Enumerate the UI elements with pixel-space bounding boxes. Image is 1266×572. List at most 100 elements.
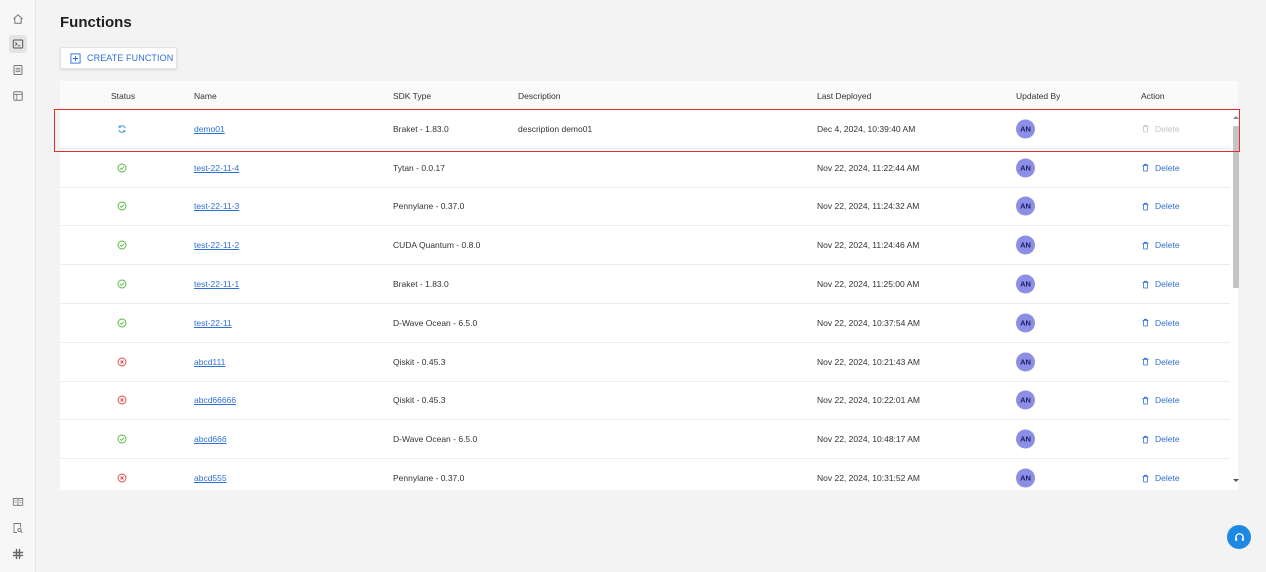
table-row: test-22-11-3 Pennylane - 0.37.0 Nov 22, 20… [60, 188, 1230, 227]
action-cell: Delete [1141, 163, 1180, 173]
delete-button[interactable]: Delete [1141, 318, 1180, 328]
action-cell: Delete [1141, 201, 1180, 211]
delete-button[interactable]: Delete [1141, 240, 1180, 250]
updated-by-cell: AN [1016, 390, 1035, 410]
help-headset-button[interactable] [1227, 525, 1251, 549]
function-name-link[interactable]: abcd66666 [194, 395, 236, 405]
function-name-link[interactable]: abcd555 [194, 473, 227, 483]
sdk-type-cell: Qiskit - 0.45.3 [393, 395, 446, 406]
column-header-name[interactable]: Name [194, 91, 217, 101]
delete-label: Delete [1155, 395, 1180, 406]
panel-icon[interactable] [9, 87, 27, 105]
table-header: Status Name SDK Type Description Last De… [60, 81, 1238, 110]
avatar[interactable]: AN [1016, 390, 1035, 410]
delete-label: Delete [1155, 356, 1180, 367]
sdk-type-cell: Qiskit - 0.45.3 [393, 356, 446, 367]
scroll-up-arrow-icon[interactable] [1233, 116, 1239, 119]
avatar[interactable]: AN [1016, 352, 1035, 372]
sdk-type-cell: Braket - 1.83.0 [393, 123, 449, 134]
delete-button[interactable]: Delete [1141, 434, 1180, 444]
delete-button: Delete [1141, 124, 1180, 134]
function-name-link[interactable]: test-22-11-3 [194, 201, 239, 211]
trash-icon [1142, 202, 1149, 211]
table-row: test-22-11-4 Tytan - 0.0.17 Nov 22, 2024, … [60, 149, 1230, 188]
updated-by-cell: AN [1016, 313, 1035, 333]
column-header-status[interactable]: Status [111, 91, 135, 101]
page-title: Functions [60, 14, 132, 31]
action-cell: Delete [1141, 357, 1180, 367]
delete-button[interactable]: Delete [1141, 473, 1180, 483]
search-doc-icon[interactable] [9, 519, 27, 537]
action-cell: Delete [1141, 124, 1180, 134]
plus-square-icon [70, 52, 81, 64]
list-icon[interactable] [9, 61, 27, 79]
last-deployed-cell: Nov 22, 2024, 10:22:01 AM [817, 395, 921, 406]
avatar[interactable]: AN [1016, 429, 1035, 449]
column-header-description[interactable]: Description [518, 91, 561, 101]
updated-by-cell: AN [1016, 429, 1035, 449]
column-header-last-deployed[interactable]: Last Deployed [817, 91, 871, 101]
function-name-link[interactable]: abcd666 [194, 434, 227, 444]
delete-button[interactable]: Delete [1141, 357, 1180, 367]
table-row: abcd666 D-Wave Ocean - 6.5.0 Nov 22, 2024,… [60, 420, 1230, 460]
function-name-link[interactable]: abcd111 [194, 357, 225, 367]
book-icon[interactable] [9, 493, 27, 511]
table-row: test-22-11-2 CUDA Quantum - 0.8.0 Nov 22, … [60, 226, 1230, 266]
delete-button[interactable]: Delete [1141, 201, 1180, 211]
headset-icon [1234, 532, 1244, 541]
avatar[interactable]: AN [1016, 468, 1035, 488]
column-header-sdk-type[interactable]: SDK Type [393, 91, 431, 101]
status-success-icon [117, 434, 127, 444]
function-name-link[interactable]: test-22-11 [194, 318, 232, 328]
action-cell: Delete [1141, 434, 1180, 444]
status-success-icon [117, 279, 127, 289]
delete-label: Delete [1155, 279, 1180, 290]
table-scrollbar[interactable] [1232, 110, 1240, 488]
create-function-button[interactable]: CREATE FUNCTION [60, 47, 177, 69]
trash-icon [1142, 319, 1149, 327]
updated-by-cell: AN [1016, 352, 1035, 372]
status-success-icon [117, 163, 127, 173]
column-header-updated-by[interactable]: Updated By [1016, 91, 1060, 101]
table-row: demo01 Braket - 1.83.0 description demo01 D… [60, 110, 1230, 149]
main-content: Functions CREATE FUNCTION Status Name SD… [36, 0, 1266, 572]
delete-label: Delete [1155, 201, 1180, 212]
table-row: abcd66666 Qiskit - 0.45.3 Nov 22, 2024, 10… [60, 382, 1230, 421]
scroll-thumb[interactable] [1233, 126, 1239, 288]
trash-icon [1142, 125, 1149, 133]
sdk-type-cell: Pennylane - 0.37.0 [393, 201, 465, 212]
trash-icon [1142, 435, 1149, 444]
slack-icon[interactable] [9, 545, 27, 563]
last-deployed-cell: Nov 22, 2024, 11:24:32 AM [817, 201, 920, 212]
action-cell: Delete [1141, 318, 1180, 328]
last-deployed-cell: Nov 22, 2024, 11:24:46 AM [817, 240, 920, 251]
delete-button[interactable]: Delete [1141, 163, 1180, 173]
create-function-label: CREATE FUNCTION [87, 53, 174, 63]
function-name-link[interactable]: demo01 [194, 124, 225, 134]
function-name-link[interactable]: test-22-11-4 [194, 163, 239, 173]
status-deploying-icon [117, 124, 127, 134]
home-icon[interactable] [9, 10, 27, 28]
avatar[interactable]: AN [1016, 274, 1035, 294]
column-header-action[interactable]: Action [1141, 91, 1165, 101]
delete-button[interactable]: Delete [1141, 279, 1180, 289]
avatar[interactable]: AN [1016, 158, 1035, 178]
sdk-type-cell: Tytan - 0.0.17 [393, 162, 445, 173]
avatar[interactable]: AN [1016, 235, 1035, 255]
sdk-type-cell: Braket - 1.83.0 [393, 279, 449, 290]
trash-icon [1142, 474, 1149, 482]
avatar[interactable]: AN [1016, 313, 1035, 333]
scroll-down-arrow-icon[interactable] [1233, 479, 1239, 482]
avatar[interactable]: AN [1016, 119, 1035, 139]
status-success-icon [117, 318, 127, 328]
table-row: abcd555 Pennylane - 0.37.0 Nov 22, 2024, 1… [60, 459, 1230, 490]
updated-by-cell: AN [1016, 119, 1035, 139]
avatar[interactable]: AN [1016, 196, 1035, 216]
function-name-link[interactable]: test-22-11-1 [194, 279, 239, 289]
updated-by-cell: AN [1016, 196, 1035, 216]
terminal-icon[interactable] [9, 35, 27, 53]
function-name-link[interactable]: test-22-11-2 [194, 240, 239, 250]
sidebar [0, 0, 36, 572]
delete-button[interactable]: Delete [1141, 395, 1180, 405]
updated-by-cell: AN [1016, 468, 1035, 488]
